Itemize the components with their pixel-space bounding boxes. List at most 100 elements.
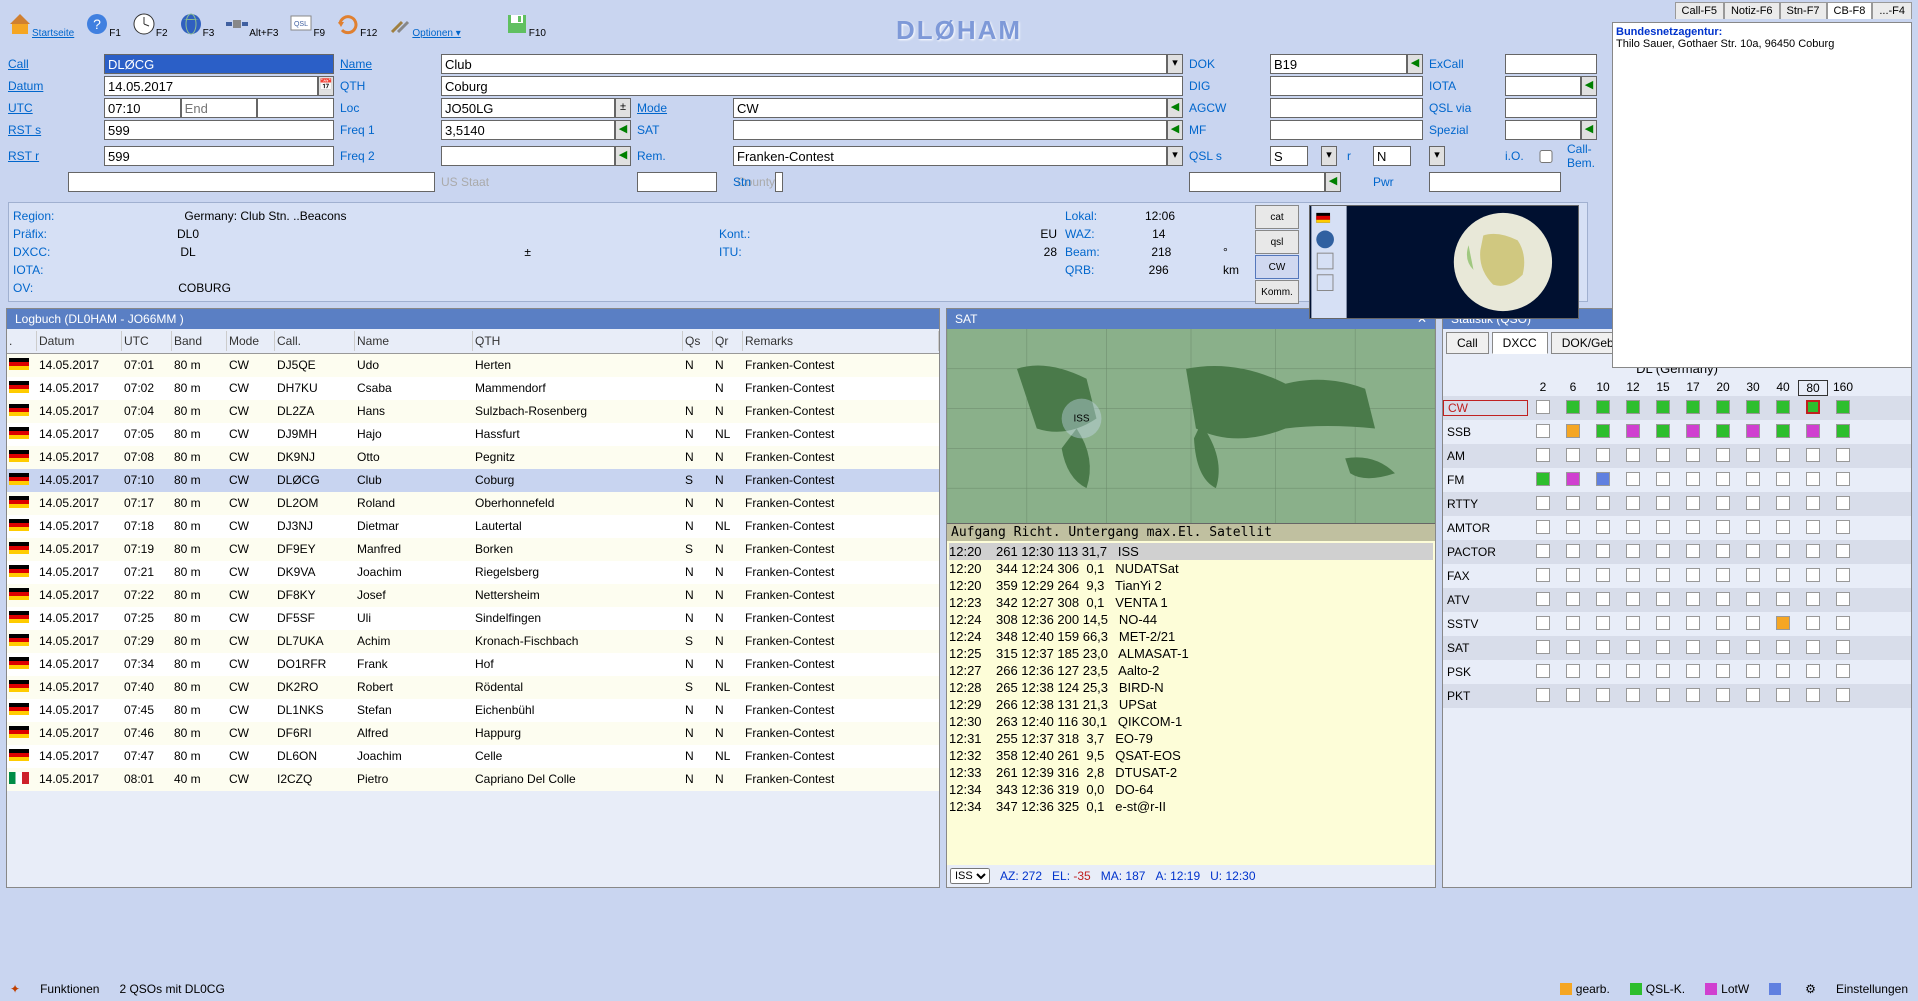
stat-cell[interactable]	[1656, 592, 1670, 606]
stat-cell[interactable]	[1836, 616, 1850, 630]
stat-cell[interactable]	[1716, 448, 1730, 462]
rsts-label[interactable]: RST s	[8, 123, 98, 137]
stat-cell[interactable]	[1596, 496, 1610, 510]
stat-cell[interactable]	[1776, 496, 1790, 510]
stat-cell[interactable]	[1566, 544, 1580, 558]
stat-cell[interactable]	[1656, 544, 1670, 558]
stat-cell[interactable]	[1596, 592, 1610, 606]
stat-cell[interactable]	[1806, 448, 1820, 462]
stat-cell[interactable]	[1626, 400, 1640, 414]
stat-cell[interactable]	[1536, 568, 1550, 582]
stat-cell[interactable]	[1596, 688, 1610, 702]
stat-cell[interactable]	[1776, 568, 1790, 582]
stat-cell[interactable]	[1626, 616, 1640, 630]
stat-cell[interactable]	[1716, 544, 1730, 558]
stat-cell[interactable]	[1626, 424, 1640, 438]
log-row[interactable]: ▸14.05.201707:1080 mCWDLØCGClubCoburgSNF…	[7, 469, 939, 492]
sat-row[interactable]: 12:20 359 12:29 264 9,3 TianYi 2	[949, 577, 1433, 594]
stat-cell[interactable]	[1836, 472, 1850, 486]
stat-cell[interactable]	[1626, 448, 1640, 462]
stat-cell[interactable]	[1716, 472, 1730, 486]
stat-cell[interactable]	[1806, 544, 1820, 558]
stat-cell[interactable]	[1626, 544, 1640, 558]
qsls-dropdown[interactable]: ▾	[1321, 146, 1337, 166]
sat-row[interactable]: 12:28 265 12:38 124 25,3 BIRD-N	[949, 679, 1433, 696]
stat-cell[interactable]	[1776, 424, 1790, 438]
stat-cell[interactable]	[1626, 688, 1640, 702]
stat-cell[interactable]	[1776, 664, 1790, 678]
stat-mode-PACTOR[interactable]: PACTOR	[1443, 545, 1528, 559]
stat-cell[interactable]	[1626, 664, 1640, 678]
sat-row[interactable]: 12:27 266 12:36 127 23,5 Aalto-2	[949, 662, 1433, 679]
stat-cell[interactable]	[1596, 640, 1610, 654]
sat-row[interactable]: 12:20 344 12:24 306 0,1 NUDATSat	[949, 560, 1433, 577]
qslr-dropdown[interactable]: ▾	[1429, 146, 1445, 166]
menu-altf3[interactable]: Alt+F3	[221, 11, 282, 40]
dok-dropdown[interactable]: ◀	[1407, 54, 1423, 74]
stat-cell[interactable]	[1776, 520, 1790, 534]
stat-mode-SSB[interactable]: SSB	[1443, 425, 1528, 439]
stat-cell[interactable]	[1686, 592, 1700, 606]
stat-cell[interactable]	[1626, 520, 1640, 534]
stat-cell[interactable]	[1776, 688, 1790, 702]
stat-cell[interactable]	[1536, 448, 1550, 462]
status-einstellungen[interactable]: Einstellungen	[1836, 982, 1908, 996]
stat-cell[interactable]	[1686, 664, 1700, 678]
stat-cell[interactable]	[1686, 496, 1700, 510]
stat-cell[interactable]	[1806, 472, 1820, 486]
stat-cell[interactable]	[1746, 568, 1760, 582]
rstr-input[interactable]	[104, 146, 334, 166]
stat-mode-SAT[interactable]: SAT	[1443, 641, 1528, 655]
top-tab-1[interactable]: Notiz-F6	[1724, 2, 1780, 19]
stat-cell[interactable]	[1656, 688, 1670, 702]
datum-picker[interactable]: 📅	[318, 76, 334, 96]
side-btn-cat[interactable]: cat	[1255, 205, 1299, 229]
log-col-Datum[interactable]: Datum	[37, 331, 122, 351]
stat-cell[interactable]	[1836, 592, 1850, 606]
globe-map[interactable]	[1309, 205, 1579, 319]
stat-cell[interactable]	[1536, 688, 1550, 702]
stat-cell[interactable]	[1626, 496, 1640, 510]
stat-tab-dxcc[interactable]: DXCC	[1492, 332, 1548, 354]
stat-cell[interactable]	[1596, 544, 1610, 558]
stat-band-40[interactable]: 40	[1768, 380, 1798, 396]
stat-cell[interactable]	[1836, 424, 1850, 438]
stat-cell[interactable]	[1656, 640, 1670, 654]
stat-cell[interactable]	[1536, 640, 1550, 654]
stat-mode-PKT[interactable]: PKT	[1443, 689, 1528, 703]
spezial-input[interactable]	[1505, 120, 1581, 140]
stat-mode-CW[interactable]: CW	[1443, 400, 1528, 416]
log-row[interactable]: 14.05.201707:2580 mCWDF5SFUliSindelfinge…	[7, 607, 939, 630]
stat-cell[interactable]	[1656, 424, 1670, 438]
stat-band-12[interactable]: 12	[1618, 380, 1648, 396]
excall-input[interactable]	[1505, 54, 1597, 74]
sat-select[interactable]: ISS	[950, 868, 990, 884]
stat-cell[interactable]	[1656, 400, 1670, 414]
stat-cell[interactable]	[1836, 400, 1850, 414]
qslr-input[interactable]	[1373, 146, 1411, 166]
menu-f3[interactable]: F3	[175, 11, 219, 40]
stat-cell[interactable]	[1596, 400, 1610, 414]
log-row[interactable]: 14.05.201707:0280 mCWDH7KUCsabaMammendor…	[7, 377, 939, 400]
menu-f10[interactable]: F10	[501, 11, 550, 40]
stat-cell[interactable]	[1836, 448, 1850, 462]
stat-cell[interactable]	[1746, 664, 1760, 678]
stat-cell[interactable]	[1656, 496, 1670, 510]
qth-input[interactable]	[441, 76, 1183, 96]
freq2-input[interactable]	[441, 146, 615, 166]
stat-cell[interactable]	[1656, 472, 1670, 486]
log-col-QTH[interactable]: QTH	[473, 331, 683, 351]
stat-cell[interactable]	[1806, 688, 1820, 702]
stat-band-15[interactable]: 15	[1648, 380, 1678, 396]
sat-row[interactable]: 12:33 261 12:39 316 2,8 DTUSAT-2	[949, 764, 1433, 781]
stat-cell[interactable]	[1686, 568, 1700, 582]
sat-row[interactable]: 12:30 263 12:40 116 30,1 QIKCOM-1	[949, 713, 1433, 730]
stat-cell[interactable]	[1596, 472, 1610, 486]
name-input[interactable]	[441, 54, 1167, 74]
log-col-Name[interactable]: Name	[355, 331, 473, 351]
stat-cell[interactable]	[1686, 400, 1700, 414]
rem-input[interactable]	[733, 146, 1167, 166]
log-col-Qr[interactable]: Qr	[713, 331, 743, 351]
stat-cell[interactable]	[1716, 568, 1730, 582]
stat-mode-FM[interactable]: FM	[1443, 473, 1528, 487]
